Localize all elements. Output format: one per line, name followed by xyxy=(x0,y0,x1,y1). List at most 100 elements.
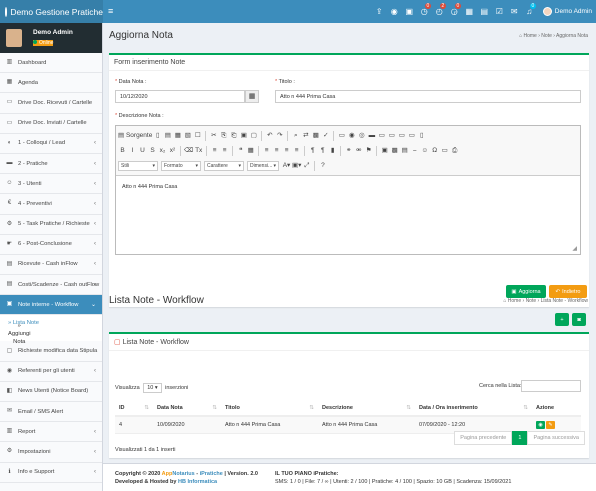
sidebar-item[interactable]: ▦ Agenda xyxy=(0,73,102,94)
styles-select[interactable]: Stili ▾ xyxy=(118,160,158,171)
editor-tool-icon[interactable]: ▤ xyxy=(400,145,409,156)
editor-tool-icon[interactable]: ⇄ xyxy=(301,130,310,141)
user-menu[interactable]: Demo Admin xyxy=(542,7,592,16)
editor-tool-icon[interactable]: ≡ xyxy=(220,145,229,156)
editor-tool-icon[interactable]: Tx xyxy=(194,145,203,156)
alarm-icon[interactable]: ◴ 2 xyxy=(432,3,447,16)
editor-tool-icon[interactable]: B xyxy=(118,145,127,156)
sidebar-item[interactable]: ☺ 3 - Utenti ‹ xyxy=(0,174,102,195)
stopwatch-icon[interactable]: ◶ 0 xyxy=(447,3,462,16)
title-field[interactable]: Atto n 444 Prima Casa xyxy=(275,90,581,103)
editor-tool-icon[interactable]: ▣ xyxy=(239,130,248,141)
clock-icon[interactable]: ◷ 0 xyxy=(417,3,432,16)
editor-tool-icon[interactable]: ✓ xyxy=(321,130,330,141)
sidebar-item[interactable]: ☛ 6 - Post-Conclusione ‹ xyxy=(0,235,102,255)
editor-tool-icon[interactable]: ≡ xyxy=(210,145,219,156)
date-field[interactable]: 10/12/2020 xyxy=(115,90,245,103)
editor-tool-icon[interactable]: ⎘ xyxy=(219,130,228,141)
help-icon[interactable]: ? xyxy=(318,160,327,171)
next-page-button[interactable]: Pagina successiva xyxy=(527,431,585,445)
editor-tool-icon[interactable]: U xyxy=(138,145,147,156)
search-input[interactable] xyxy=(521,380,581,392)
editor-tool-icon[interactable]: ⚮ xyxy=(354,145,363,156)
update-button[interactable]: ▣ Aggiorna xyxy=(506,285,546,298)
calendar-check-icon[interactable]: ▤ xyxy=(477,7,492,16)
editor-tool-icon[interactable]: ▦ xyxy=(173,130,182,141)
calendar-icon[interactable]: ▦ xyxy=(462,7,477,16)
task-icon[interactable]: ☑ xyxy=(492,7,507,16)
warning-icon[interactable]: ▣ xyxy=(402,7,417,16)
source-button[interactable]: ▤ Sorgente xyxy=(118,130,152,141)
app-brand[interactable]: Demo Gestione Pratiche xyxy=(0,0,103,23)
sidebar-item[interactable]: ▣ Note interne - Workflow ⌄ xyxy=(0,295,102,316)
editor-tool-icon[interactable]: ▦ xyxy=(246,145,255,156)
text-color-icon[interactable]: A▾ xyxy=(282,160,291,171)
breadcrumb-home[interactable]: Home xyxy=(508,298,521,304)
editor-tool-icon[interactable]: ▯ xyxy=(153,130,162,141)
view-button[interactable]: ◉ xyxy=(536,420,545,429)
sidebar-item[interactable]: ▬ 2 - Pratiche ‹ xyxy=(0,154,102,175)
editor-tool-icon[interactable]: ↶ xyxy=(265,130,274,141)
prev-page-button[interactable]: Pagina precedente xyxy=(454,431,513,445)
add-note-button[interactable]: + xyxy=(555,313,569,326)
editor-tool-icon[interactable]: ❝ xyxy=(236,145,245,156)
editor-tool-icon[interactable]: ◉ xyxy=(347,130,356,141)
sidebar-item[interactable]: ℹ Info e Support ‹ xyxy=(0,463,102,483)
sidebar-item[interactable]: ▭ Drive Doc. Inviati / Cartelle xyxy=(0,114,102,134)
editor-tool-icon[interactable]: x₂ xyxy=(158,145,167,156)
font-select[interactable]: Carattere ▾ xyxy=(204,160,244,171)
editor-tool-icon[interactable]: ⌫ xyxy=(184,145,193,156)
editor-tool-icon[interactable]: ☺ xyxy=(420,145,429,156)
editor-tool-icon[interactable]: ¶ xyxy=(318,145,327,156)
editor-tool-icon[interactable]: ▭ xyxy=(387,130,396,141)
format-select[interactable]: Formato ▾ xyxy=(161,160,201,171)
editor-content[interactable]: Atto n 444 Prima Casa xyxy=(116,176,580,198)
sidebar-item[interactable]: ▢ Richieste modifica data Stipula xyxy=(0,341,102,362)
editor-tool-icon[interactable]: x² xyxy=(168,145,177,156)
page-size-select[interactable]: 10 ▾ xyxy=(143,383,162,393)
editor-tool-icon[interactable]: ≡ xyxy=(292,145,301,156)
envelope-icon[interactable]: ✉ xyxy=(507,7,522,16)
editor-tool-icon[interactable]: ✂ xyxy=(209,130,218,141)
camera-button[interactable]: ◙ xyxy=(572,313,586,326)
bg-color-icon[interactable]: ▣▾ xyxy=(292,160,301,171)
editor-tool-icon[interactable]: ▢ xyxy=(249,130,258,141)
editor-tool-icon[interactable]: ≡ xyxy=(262,145,271,156)
sidebar-subitem[interactable]: » Aggiungi Nota xyxy=(0,323,31,345)
editor-tool-icon[interactable]: ▣ xyxy=(380,145,389,156)
col-inserimento[interactable]: Data / Ora inserimento ⇅ xyxy=(415,401,532,417)
maximize-icon[interactable]: ⤢ xyxy=(302,160,311,171)
upload-icon[interactable]: ⇪ xyxy=(372,7,387,16)
editor-tool-icon[interactable]: ▩ xyxy=(311,130,320,141)
editor-tool-icon[interactable]: ▩ xyxy=(390,145,399,156)
editor-tool-icon[interactable]: ▮ xyxy=(328,145,337,156)
sidebar-item[interactable]: ◧ News Utenti (Notice Board) xyxy=(0,382,102,402)
resize-handle-icon[interactable]: ◢ xyxy=(572,245,577,252)
col-id[interactable]: ID ⇅ xyxy=(115,401,153,417)
eye-icon[interactable]: ◉ xyxy=(387,7,402,16)
editor-tool-icon[interactable]: ▭ xyxy=(397,130,406,141)
developer-link[interactable]: HB Informatica xyxy=(178,479,217,485)
sidebar-item[interactable]: ⚙ Impostazioni ‹ xyxy=(0,442,102,463)
editor-tool-icon[interactable]: ▭ xyxy=(407,130,416,141)
sidebar-item[interactable]: ▥ Report ‹ xyxy=(0,422,102,443)
editor-tool-icon[interactable]: ⎯ xyxy=(410,145,419,156)
size-select[interactable]: Dimensi... ▾ xyxy=(247,160,279,171)
editor-tool-icon[interactable]: ↷ xyxy=(275,130,284,141)
editor-tool-icon[interactable]: ≡ xyxy=(272,145,281,156)
editor-tool-icon[interactable]: ⚑ xyxy=(364,145,373,156)
back-button[interactable]: ↶ Indietro xyxy=(549,285,587,298)
editor-tool-icon[interactable]: ≡ xyxy=(282,145,291,156)
sidebar-item[interactable]: ▥ Dashboard xyxy=(0,53,102,74)
col-titolo[interactable]: Titolo ⇅ xyxy=(221,401,318,417)
editor-tool-icon[interactable]: Ω xyxy=(430,145,439,156)
sidebar-item[interactable]: ▭ Drive Doc. Ricevuti / Cartelle xyxy=(0,93,102,114)
sidebar-toggle-icon[interactable]: ≡ xyxy=(108,6,113,16)
breadcrumb-note[interactable]: Note xyxy=(526,298,537,304)
editor-tool-icon[interactable]: ¶ xyxy=(308,145,317,156)
editor-tool-icon[interactable]: ⚭ xyxy=(344,145,353,156)
breadcrumb-home[interactable]: Home xyxy=(524,33,537,39)
col-descrizione[interactable]: Descrizione ⇅ xyxy=(318,401,415,417)
sidebar-item[interactable]: ◉ Referenti per gli utenti ‹ xyxy=(0,362,102,382)
calendar-icon[interactable]: ▦ xyxy=(245,90,259,103)
